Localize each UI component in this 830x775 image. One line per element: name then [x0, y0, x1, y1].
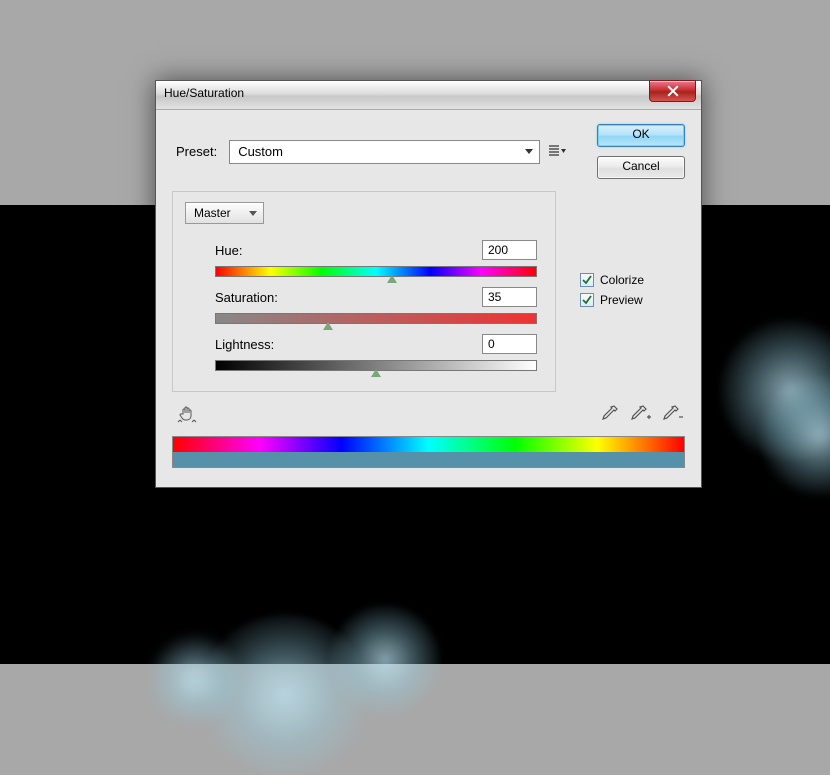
colorize-checkbox[interactable]: Colorize — [580, 273, 644, 287]
spectrum-input[interactable] — [173, 437, 684, 452]
preset-menu-button[interactable] — [548, 142, 567, 161]
cancel-button[interactable]: Cancel — [597, 156, 685, 179]
lightness-input[interactable]: 0 — [482, 334, 537, 354]
ok-button[interactable]: OK — [597, 124, 685, 147]
saturation-input[interactable]: 35 — [482, 287, 537, 307]
checkbox-icon — [580, 293, 594, 307]
hand-icon — [177, 404, 197, 424]
preview-checkbox[interactable]: Preview — [580, 293, 644, 307]
preset-value: Custom — [238, 144, 283, 159]
channel-value: Master — [194, 206, 231, 220]
eyedropper-plus-button[interactable] — [631, 404, 651, 424]
canvas-texture — [330, 605, 440, 715]
lightness-slider[interactable] — [215, 360, 537, 371]
lightness-thumb[interactable] — [371, 369, 381, 377]
lightness-label: Lightness: — [215, 337, 274, 352]
spectrum-preview — [172, 436, 685, 468]
preview-label: Preview — [600, 293, 643, 307]
preset-label: Preset: — [172, 144, 221, 159]
eyedropper-minus-icon — [663, 405, 683, 423]
checkbox-icon — [580, 273, 594, 287]
close-button[interactable] — [649, 80, 696, 102]
colorize-label: Colorize — [600, 273, 644, 287]
canvas-texture — [150, 635, 240, 725]
eyedropper-button[interactable] — [599, 404, 619, 424]
hue-input[interactable]: 200 — [482, 240, 537, 260]
hand-tool[interactable] — [177, 404, 197, 424]
sliders-group: Master Hue: 200 Saturation: 35 — [172, 191, 556, 392]
dialog-title: Hue/Saturation — [164, 86, 244, 100]
saturation-slider[interactable] — [215, 313, 537, 324]
chevron-down-icon — [525, 149, 533, 154]
spectrum-output — [173, 452, 684, 467]
hue-label: Hue: — [215, 243, 242, 258]
eyedropper-plus-icon — [631, 405, 651, 423]
hue-saturation-dialog: Hue/Saturation Preset: Custom OK Cancel — [155, 80, 702, 488]
eyedropper-minus-button[interactable] — [663, 404, 683, 424]
channel-select[interactable]: Master — [185, 202, 264, 224]
chevron-down-icon — [249, 211, 257, 216]
preset-menu-icon — [549, 145, 566, 158]
hue-thumb[interactable] — [387, 275, 397, 283]
preset-select[interactable]: Custom — [229, 140, 540, 164]
titlebar[interactable]: Hue/Saturation — [156, 81, 701, 110]
close-icon — [667, 85, 679, 97]
saturation-label: Saturation: — [215, 290, 278, 305]
hue-slider[interactable] — [215, 266, 537, 277]
eyedropper-icon — [600, 405, 618, 423]
saturation-thumb[interactable] — [323, 322, 333, 330]
